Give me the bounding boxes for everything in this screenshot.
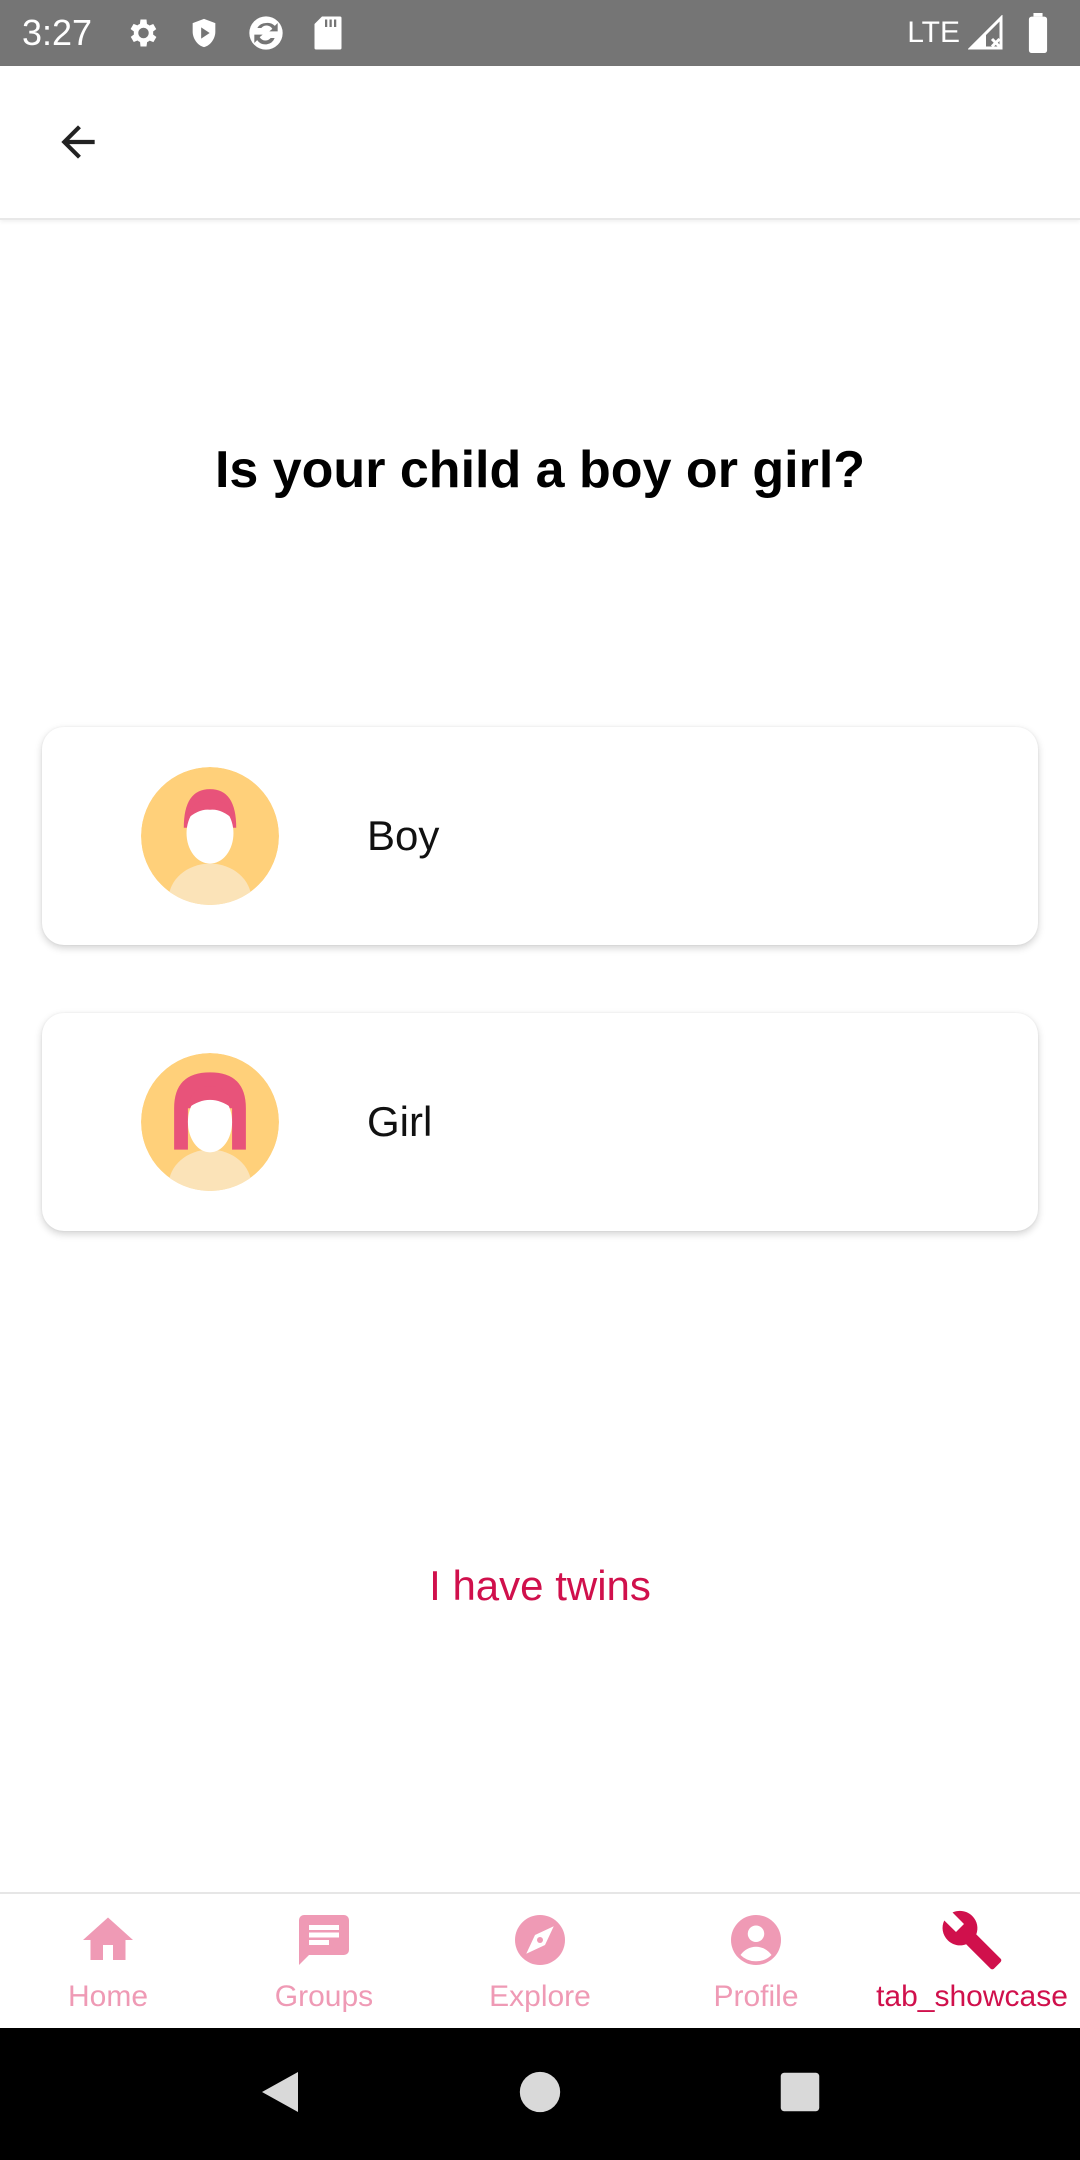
girl-avatar-icon xyxy=(141,1053,279,1191)
circle-home-icon xyxy=(518,2070,562,2119)
signal-icon xyxy=(966,13,1006,53)
network-type: LTE xyxy=(907,16,960,49)
arrow-left-icon xyxy=(53,117,103,172)
nav-home-label: Home xyxy=(67,1980,149,2013)
nav-explore[interactable]: Explore xyxy=(432,1894,648,2028)
person-icon xyxy=(724,1908,788,1972)
nav-tab-showcase[interactable]: tab_showcase xyxy=(864,1894,1080,2028)
system-nav-bar xyxy=(0,2028,1080,2160)
bottom-nav: Home Groups Explore Profile tab_showcase xyxy=(0,1892,1080,2028)
system-back-button[interactable] xyxy=(250,2064,310,2124)
nav-explore-label: Explore xyxy=(489,1980,591,2013)
boy-option-label: Boy xyxy=(367,812,440,859)
girl-option-label: Girl xyxy=(367,1098,433,1145)
nav-profile-label: Profile xyxy=(713,1980,799,2013)
gear-icon xyxy=(122,13,162,53)
shield-icon xyxy=(184,13,224,53)
status-time: 3:27 xyxy=(22,12,93,53)
nav-groups-label: Groups xyxy=(274,1980,374,2013)
system-recents-button[interactable] xyxy=(770,2064,830,2124)
compass-icon xyxy=(508,1908,572,1972)
page-title: Is your child a boy or girl? xyxy=(214,441,866,499)
chat-icon xyxy=(292,1908,356,1972)
back-button[interactable] xyxy=(40,112,116,176)
nav-groups[interactable]: Groups xyxy=(216,1894,432,2028)
boy-option-card[interactable]: Boy xyxy=(42,727,1038,945)
system-home-button[interactable] xyxy=(510,2064,570,2124)
triangle-back-icon xyxy=(258,2068,302,2121)
square-recents-icon xyxy=(779,2071,821,2118)
app-bar xyxy=(0,66,1080,220)
home-icon xyxy=(76,1908,140,1972)
sd-card-icon xyxy=(308,13,348,53)
battery-icon xyxy=(1018,13,1058,53)
sync-icon xyxy=(246,13,286,53)
status-bar: 3:27 LTE xyxy=(0,0,1080,66)
nav-profile[interactable]: Profile xyxy=(648,1894,864,2028)
girl-option-card[interactable]: Girl xyxy=(42,1013,1038,1231)
wrench-icon xyxy=(940,1908,1004,1972)
boy-avatar-icon xyxy=(141,767,279,905)
nav-home[interactable]: Home xyxy=(0,1894,216,2028)
nav-tab-showcase-label: tab_showcase xyxy=(876,1980,1068,2013)
twins-link[interactable]: I have twins xyxy=(0,1562,1080,1610)
